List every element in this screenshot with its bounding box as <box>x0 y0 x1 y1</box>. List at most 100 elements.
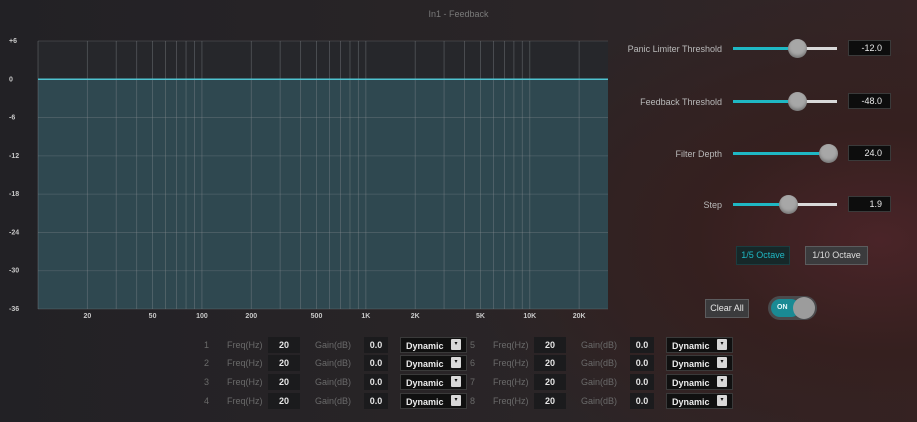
filter-row: 3 Freq(Hz) 20 Gain(dB) 0.0 Dynamic ▾ <box>197 374 467 390</box>
filter-index: 8 <box>469 396 475 406</box>
freq-field[interactable]: 20 <box>534 355 566 371</box>
gain-field[interactable]: 0.0 <box>630 355 654 371</box>
freq-label: Freq(Hz) <box>493 358 529 368</box>
y-axis-ticks: +6 0 -6 -12 -18 -24 -30 -36 <box>9 38 19 313</box>
freq-label: Freq(Hz) <box>227 377 263 387</box>
filter-row: 5 Freq(Hz) 20 Gain(dB) 0.0 Dynamic ▾ <box>463 337 733 353</box>
freq-label: Freq(Hz) <box>227 358 263 368</box>
slider-label: Feedback Threshold <box>640 97 722 107</box>
gain-field[interactable]: 0.0 <box>364 355 388 371</box>
feedback-threshold-value[interactable]: -48.0 <box>848 93 891 109</box>
eq-plot[interactable]: +6 0 -6 -12 -18 -24 -30 -36 20 50 100 200 500 1K 2K 5K… <box>0 0 620 330</box>
x-tick-label: 50 <box>149 313 157 320</box>
x-tick-label: 500 <box>311 313 323 320</box>
filter-index: 5 <box>469 340 475 350</box>
filter-row: 7 Freq(Hz) 20 Gain(dB) 0.0 Dynamic ▾ <box>463 374 733 390</box>
filter-index: 7 <box>469 377 475 387</box>
gain-field[interactable]: 0.0 <box>630 337 654 353</box>
dropdown-arrow-icon[interactable]: ▾ <box>451 357 461 368</box>
gain-field[interactable]: 0.0 <box>630 374 654 390</box>
gain-label: Gain(dB) <box>581 340 618 350</box>
slider-label: Step <box>703 200 722 210</box>
gain-label: Gain(dB) <box>315 358 352 368</box>
y-tick-label: -6 <box>9 115 15 122</box>
gain-field[interactable]: 0.0 <box>630 393 654 409</box>
filter-row: 6 Freq(Hz) 20 Gain(dB) 0.0 Dynamic ▾ <box>463 355 733 371</box>
slider-label: Filter Depth <box>675 149 722 159</box>
filter-row: 4 Freq(Hz) 20 Gain(dB) 0.0 Dynamic ▾ <box>197 393 467 409</box>
power-toggle[interactable]: ON <box>768 296 817 320</box>
slider-label: Panic Limiter Threshold <box>627 44 722 54</box>
slider-fill <box>733 152 829 155</box>
freq-field[interactable]: 20 <box>534 337 566 353</box>
freq-field[interactable]: 20 <box>268 393 300 409</box>
freq-label: Freq(Hz) <box>493 340 529 350</box>
feedback-window: In1 - Feedback +6 0 -6 -12 -18 -24 -30 -36 20 50… <box>0 0 917 422</box>
dropdown-arrow-icon[interactable]: ▾ <box>717 376 727 387</box>
y-tick-label: -30 <box>9 268 19 275</box>
gain-field[interactable]: 0.0 <box>364 337 388 353</box>
freq-label: Freq(Hz) <box>227 340 263 350</box>
filter-index: 2 <box>203 358 209 368</box>
freq-field[interactable]: 20 <box>268 337 300 353</box>
slider-handle[interactable] <box>778 195 798 214</box>
y-tick-label: -12 <box>9 153 19 160</box>
freq-field[interactable]: 20 <box>268 374 300 390</box>
gain-label: Gain(dB) <box>315 396 352 406</box>
filter-index: 6 <box>469 358 475 368</box>
x-tick-label: 200 <box>245 313 257 320</box>
gain-field[interactable]: 0.0 <box>364 374 388 390</box>
gain-label: Gain(dB) <box>315 377 352 387</box>
x-tick-label: 1K <box>361 313 370 320</box>
filter-index: 1 <box>203 340 209 350</box>
filter-depth-slider[interactable] <box>733 144 839 163</box>
gain-field[interactable]: 0.0 <box>364 393 388 409</box>
octave-1-5-button[interactable]: 1/5 Octave <box>736 246 790 265</box>
gain-label: Gain(dB) <box>581 358 618 368</box>
slider-handle[interactable] <box>787 39 807 58</box>
filter-depth-value[interactable]: 24.0 <box>848 145 891 161</box>
y-tick-label: 0 <box>9 76 13 83</box>
panic-limiter-threshold-value[interactable]: -12.0 <box>848 40 891 56</box>
freq-label: Freq(Hz) <box>493 396 529 406</box>
clear-all-button[interactable]: Clear All <box>705 299 749 318</box>
feedback-threshold-slider[interactable] <box>733 92 837 111</box>
x-tick-label: 2K <box>411 313 420 320</box>
freq-field[interactable]: 20 <box>534 374 566 390</box>
panic-limiter-threshold-slider[interactable] <box>733 39 837 58</box>
y-tick-label: -18 <box>9 191 19 198</box>
freq-label: Freq(Hz) <box>493 377 529 387</box>
slider-handle[interactable] <box>819 144 839 163</box>
filter-row: 1 Freq(Hz) 20 Gain(dB) 0.0 Dynamic ▾ <box>197 337 467 353</box>
y-tick-label: +6 <box>9 38 17 45</box>
freq-label: Freq(Hz) <box>227 396 263 406</box>
freq-field[interactable]: 20 <box>268 355 300 371</box>
x-tick-label: 5K <box>476 313 485 320</box>
gain-label: Gain(dB) <box>581 377 618 387</box>
dropdown-arrow-icon[interactable]: ▾ <box>451 376 461 387</box>
x-tick-label: 10K <box>523 313 536 320</box>
octave-1-10-button[interactable]: 1/10 Octave <box>805 246 868 265</box>
filter-index: 3 <box>203 377 209 387</box>
step-slider[interactable] <box>733 195 837 214</box>
toggle-knob[interactable] <box>793 297 815 319</box>
slider-handle[interactable] <box>787 92 807 111</box>
freq-field[interactable]: 20 <box>534 393 566 409</box>
x-tick-label: 100 <box>196 313 208 320</box>
filter-row: 8 Freq(Hz) 20 Gain(dB) 0.0 Dynamic ▾ <box>463 393 733 409</box>
y-tick-label: -36 <box>9 306 19 313</box>
gain-label: Gain(dB) <box>581 396 618 406</box>
filter-index: 4 <box>203 396 209 406</box>
step-value[interactable]: 1.9 <box>848 196 891 212</box>
dropdown-arrow-icon[interactable]: ▾ <box>451 339 461 350</box>
x-axis-ticks: 20 50 100 200 500 1K 2K 5K 10K 20K <box>83 313 585 320</box>
dropdown-arrow-icon[interactable]: ▾ <box>717 357 727 368</box>
filter-row: 2 Freq(Hz) 20 Gain(dB) 0.0 Dynamic ▾ <box>197 355 467 371</box>
x-tick-label: 20 <box>83 313 91 320</box>
gain-label: Gain(dB) <box>315 340 352 350</box>
dropdown-arrow-icon[interactable]: ▾ <box>451 395 461 406</box>
dropdown-arrow-icon[interactable]: ▾ <box>717 339 727 350</box>
dropdown-arrow-icon[interactable]: ▾ <box>717 395 727 406</box>
y-tick-label: -24 <box>9 229 19 236</box>
x-tick-label: 20K <box>573 313 586 320</box>
